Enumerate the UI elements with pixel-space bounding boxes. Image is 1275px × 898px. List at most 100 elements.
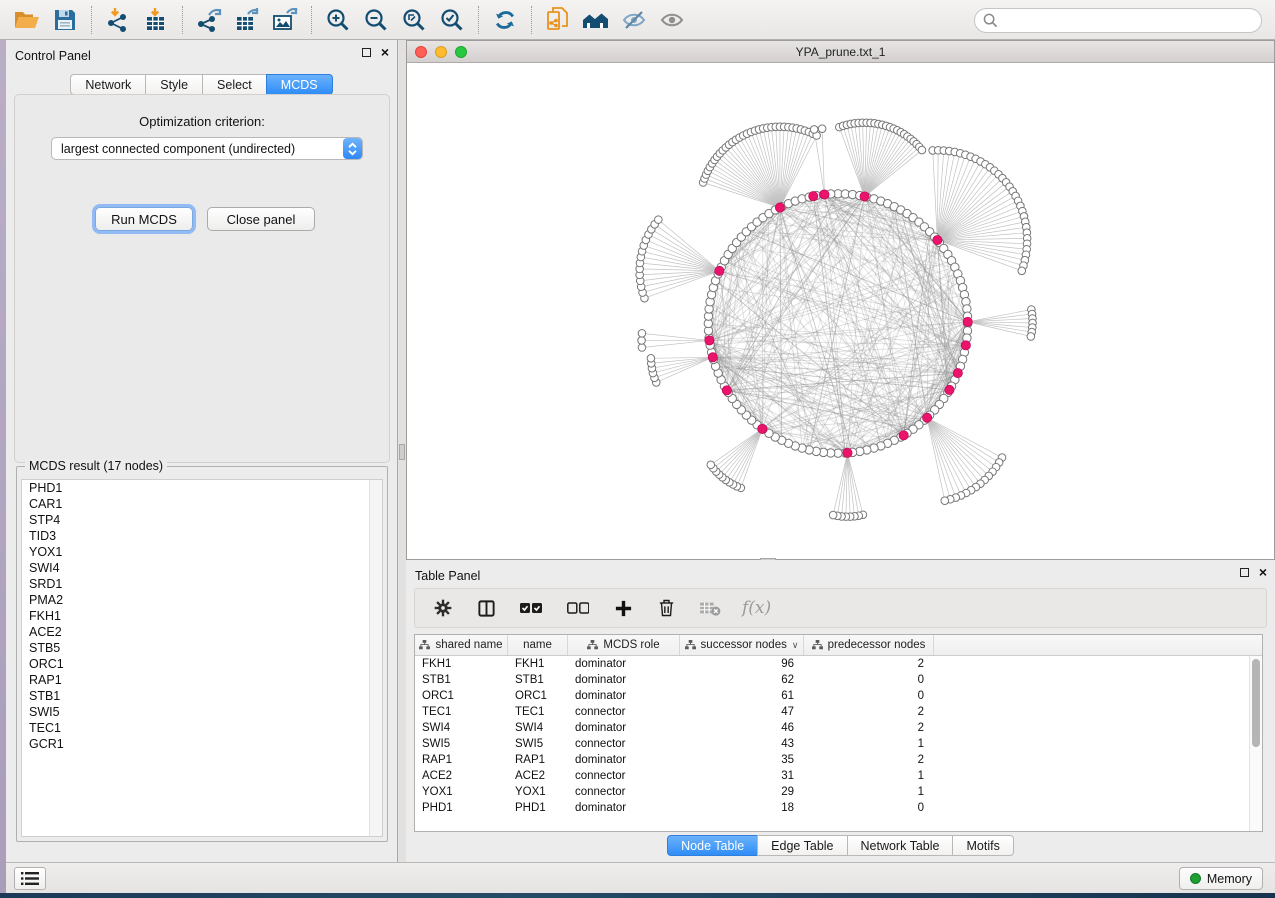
hub-node[interactable] xyxy=(843,448,852,457)
open-file-button[interactable] xyxy=(8,4,46,36)
mcds-result-item[interactable]: STB1 xyxy=(22,688,382,704)
mcds-result-item[interactable]: SWI5 xyxy=(22,704,382,720)
mcds-result-item[interactable]: CAR1 xyxy=(22,496,382,512)
hide-selected-button[interactable] xyxy=(615,4,653,36)
column-header-successor-nodes[interactable]: successor nodes∨ xyxy=(680,635,804,655)
save-session-button[interactable] xyxy=(46,4,84,36)
import-table-button[interactable] xyxy=(137,4,175,36)
tab-network-table[interactable]: Network Table xyxy=(847,835,953,856)
float-panel-icon[interactable] xyxy=(362,48,371,57)
create-column-button[interactable] xyxy=(611,592,635,624)
vertical-splitter[interactable] xyxy=(398,40,406,862)
table-row[interactable]: PHD1PHD1dominator180 xyxy=(415,800,1262,816)
hub-node[interactable] xyxy=(933,235,942,244)
close-panel-icon[interactable]: × xyxy=(381,47,389,57)
delete-column-button[interactable] xyxy=(654,592,678,624)
mcds-result-item[interactable]: ORC1 xyxy=(22,656,382,672)
mcds-list-scrollbar[interactable] xyxy=(369,480,382,836)
table-row[interactable]: YOX1YOX1connector291 xyxy=(415,784,1262,800)
network-graph[interactable] xyxy=(407,63,1274,559)
clone-network-button[interactable] xyxy=(539,4,577,36)
float-panel-icon[interactable] xyxy=(1240,568,1249,577)
table-row[interactable]: ACE2ACE2connector311 xyxy=(415,768,1262,784)
mcds-result-item[interactable]: SRD1 xyxy=(22,576,382,592)
select-all-rows-button[interactable] xyxy=(517,592,545,624)
tab-network[interactable]: Network xyxy=(70,74,145,95)
mcds-result-item[interactable]: PMA2 xyxy=(22,592,382,608)
scrollbar-thumb[interactable] xyxy=(1252,659,1260,747)
table-settings-button[interactable] xyxy=(431,592,455,624)
tab-mcds[interactable]: MCDS xyxy=(266,74,333,95)
table-row[interactable]: ORC1ORC1dominator610 xyxy=(415,688,1262,704)
splitter-handle[interactable] xyxy=(399,444,405,460)
show-columns-button[interactable] xyxy=(474,592,498,624)
tab-select[interactable]: Select xyxy=(202,74,266,95)
network-canvas[interactable] xyxy=(407,63,1274,559)
hub-node[interactable] xyxy=(963,317,972,326)
table-scrollbar[interactable] xyxy=(1249,656,1262,831)
hub-node[interactable] xyxy=(758,424,767,433)
mcds-result-item[interactable]: STB5 xyxy=(22,640,382,656)
hub-node[interactable] xyxy=(899,431,908,440)
hub-node[interactable] xyxy=(923,413,932,422)
tab-node-table[interactable]: Node Table xyxy=(667,835,757,856)
column-header-shared-name[interactable]: shared name xyxy=(415,635,508,655)
tab-style[interactable]: Style xyxy=(145,74,202,95)
mcds-result-item[interactable]: YOX1 xyxy=(22,544,382,560)
mcds-result-item[interactable]: RAP1 xyxy=(22,672,382,688)
search-input[interactable] xyxy=(998,11,1261,31)
hub-node[interactable] xyxy=(820,190,829,199)
panel-controls: × xyxy=(1240,567,1267,577)
export-image-button[interactable] xyxy=(266,4,304,36)
hub-node[interactable] xyxy=(953,368,962,377)
table-row[interactable]: FKH1FKH1dominator962 xyxy=(415,656,1262,672)
zoom-fit-button[interactable] xyxy=(395,4,433,36)
hub-node[interactable] xyxy=(809,192,818,201)
memory-button[interactable]: Memory xyxy=(1179,867,1263,890)
column-header-predecessor-nodes[interactable]: predecessor nodes xyxy=(804,635,934,655)
task-history-button[interactable] xyxy=(14,867,46,890)
import-network-button[interactable] xyxy=(99,4,137,36)
export-network-button[interactable] xyxy=(190,4,228,36)
hub-node[interactable] xyxy=(961,341,970,350)
header-filler xyxy=(934,635,1262,655)
memory-status-icon xyxy=(1190,873,1201,884)
mcds-result-item[interactable]: FKH1 xyxy=(22,608,382,624)
column-header-mcds-role[interactable]: MCDS role xyxy=(568,635,680,655)
mcds-result-item[interactable]: TID3 xyxy=(22,528,382,544)
hub-node[interactable] xyxy=(715,266,724,275)
mcds-result-item[interactable]: TEC1 xyxy=(22,720,382,736)
table-row[interactable]: SWI5SWI5connector431 xyxy=(415,736,1262,752)
close-panel-button[interactable]: Close panel xyxy=(207,207,315,231)
mcds-result-item[interactable]: GCR1 xyxy=(22,736,382,752)
zoom-out-button[interactable] xyxy=(357,4,395,36)
table-row[interactable]: TEC1TEC1connector472 xyxy=(415,704,1262,720)
hub-node[interactable] xyxy=(708,353,717,362)
close-panel-icon[interactable]: × xyxy=(1259,567,1267,577)
tab-edge-table[interactable]: Edge Table xyxy=(757,835,846,856)
hub-node[interactable] xyxy=(775,203,784,212)
mcds-result-item[interactable]: STP4 xyxy=(22,512,382,528)
export-table-button[interactable] xyxy=(228,4,266,36)
first-neighbors-button[interactable] xyxy=(577,4,615,36)
deselect-all-rows-button[interactable] xyxy=(564,592,592,624)
mcds-result-item[interactable]: ACE2 xyxy=(22,624,382,640)
hub-node[interactable] xyxy=(705,336,714,345)
zoom-selected-button[interactable] xyxy=(433,4,471,36)
column-header-name[interactable]: name xyxy=(508,635,568,655)
criterion-dropdown[interactable]: largest connected component (undirected) xyxy=(51,137,363,160)
hub-node[interactable] xyxy=(722,386,731,395)
network-window-titlebar[interactable]: YPA_prune.txt_1 xyxy=(407,41,1274,63)
mcds-result-item[interactable]: PHD1 xyxy=(22,480,382,496)
hub-node[interactable] xyxy=(860,192,869,201)
tab-motifs[interactable]: Motifs xyxy=(952,835,1013,856)
table-row[interactable]: STB1STB1dominator620 xyxy=(415,672,1262,688)
zoom-in-button[interactable] xyxy=(319,4,357,36)
show-all-button[interactable] xyxy=(653,4,691,36)
mcds-result-item[interactable]: SWI4 xyxy=(22,560,382,576)
table-row[interactable]: RAP1RAP1dominator352 xyxy=(415,752,1262,768)
hub-node[interactable] xyxy=(945,385,954,394)
run-mcds-button[interactable]: Run MCDS xyxy=(95,207,193,231)
table-row[interactable]: SWI4SWI4dominator462 xyxy=(415,720,1262,736)
refresh-view-button[interactable] xyxy=(486,4,524,36)
